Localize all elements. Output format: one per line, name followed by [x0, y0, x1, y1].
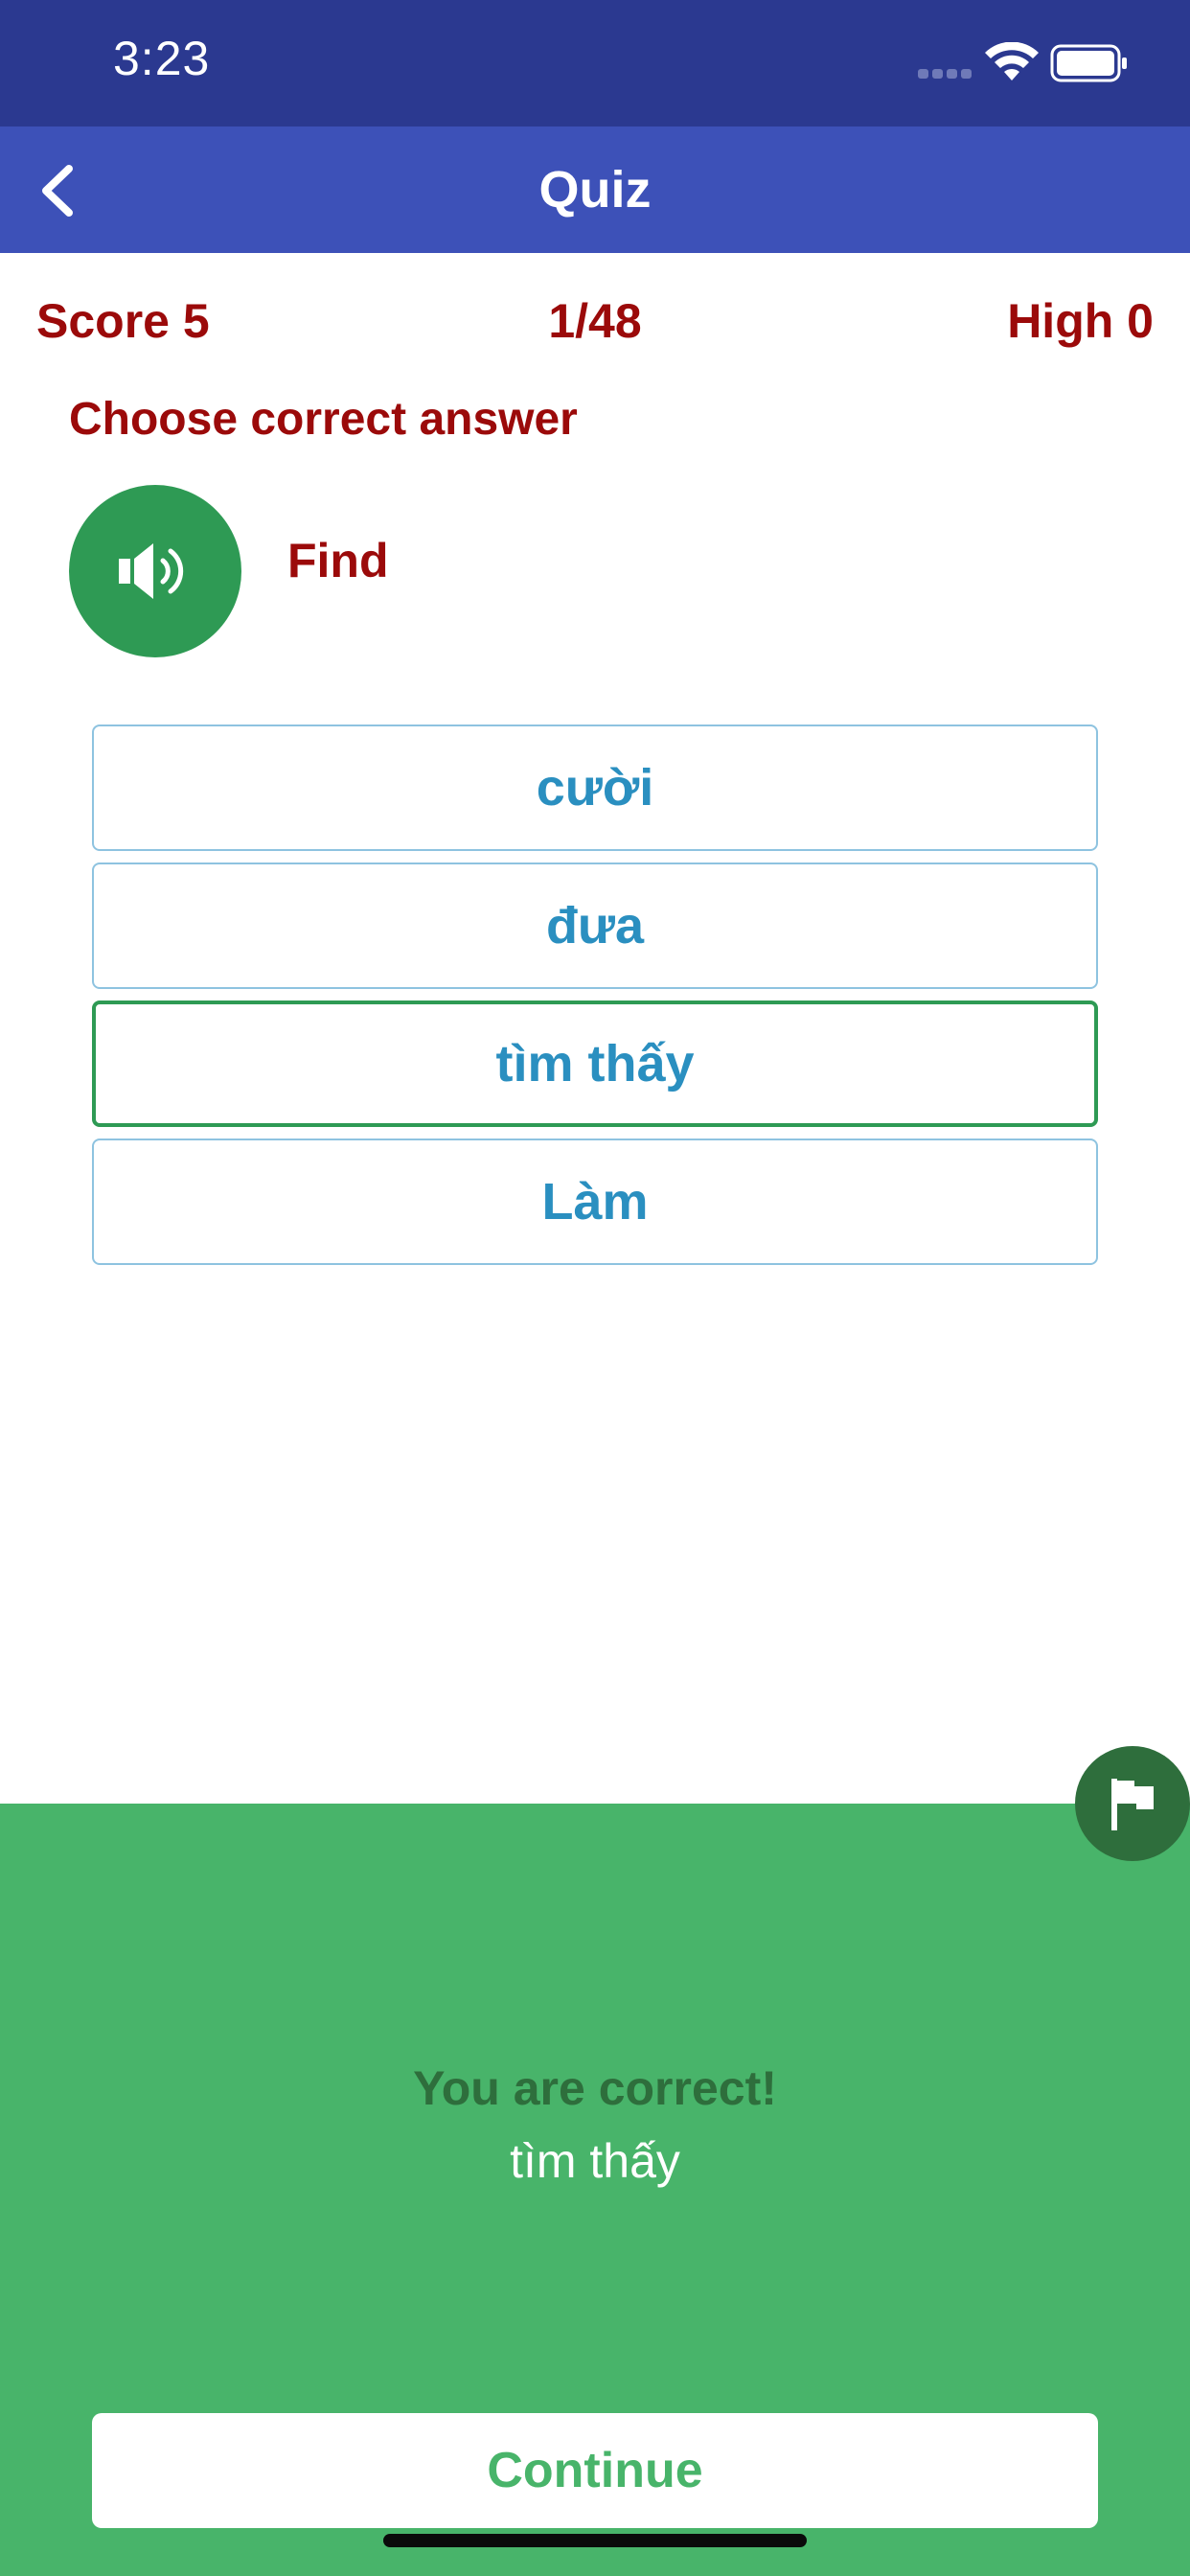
feedback-title: You are correct!	[413, 2061, 777, 2115]
continue-button[interactable]: Continue	[92, 2413, 1098, 2528]
status-bar: 3:23	[0, 0, 1190, 126]
report-flag-button[interactable]	[1075, 1746, 1190, 1861]
nav-bar: Quiz	[0, 126, 1190, 253]
battery-icon	[1050, 44, 1127, 82]
answer-option-2[interactable]: đưa	[92, 862, 1098, 989]
signal-dots-icon	[918, 69, 973, 79]
back-button[interactable]	[19, 148, 105, 234]
high-score-label: High 0	[1007, 294, 1154, 348]
speaker-icon	[119, 543, 184, 599]
home-indicator	[383, 2534, 807, 2547]
wifi-icon	[985, 42, 1039, 80]
answer-option-3[interactable]: tìm thấy	[92, 1000, 1098, 1127]
answer-option-4[interactable]: Làm	[92, 1138, 1098, 1265]
chevron-left-icon	[42, 165, 73, 217]
answer-option-1[interactable]: cười	[92, 724, 1098, 851]
instruction-text: Choose correct answer	[69, 394, 578, 445]
flag-icon	[1111, 1779, 1154, 1830]
page-title: Quiz	[538, 161, 652, 218]
speaker-button[interactable]	[69, 485, 241, 657]
status-time: 3:23	[113, 32, 211, 85]
feedback-answer: tìm thấy	[510, 2134, 680, 2188]
quiz-word: Find	[287, 534, 389, 587]
score-row: Score 5 1/48 High 0	[0, 293, 1190, 360]
